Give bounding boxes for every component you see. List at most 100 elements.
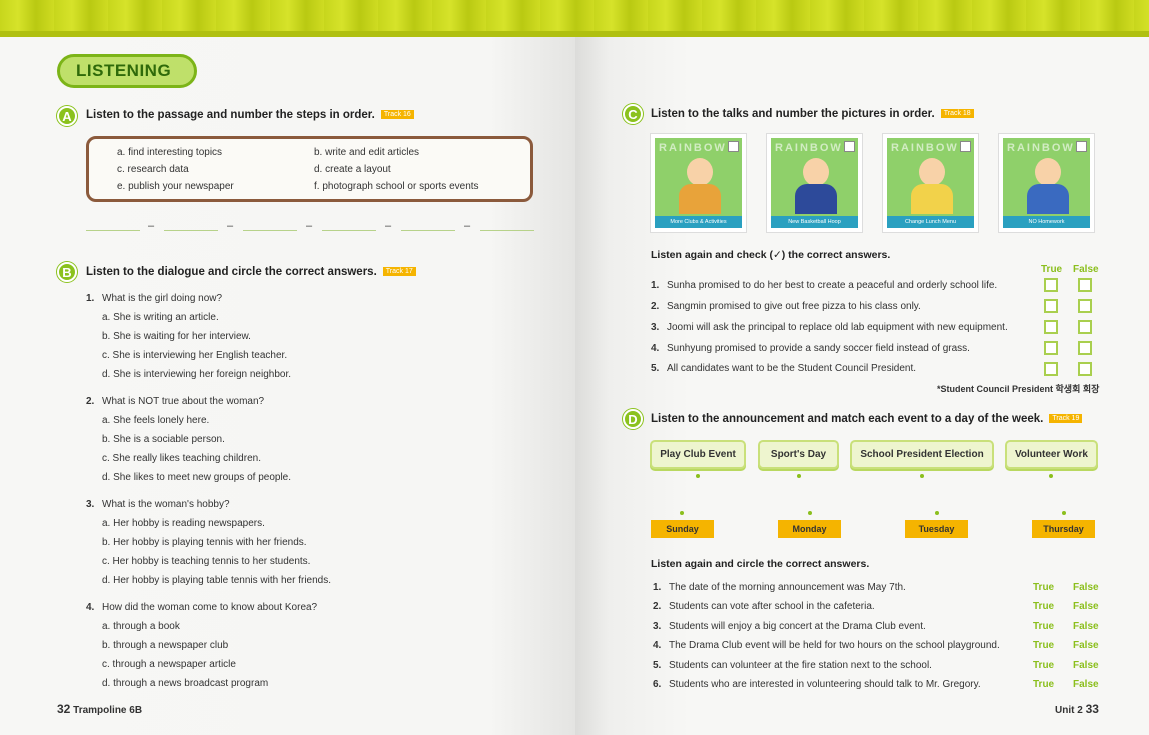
match-dot[interactable] xyxy=(696,474,700,478)
false-checkbox[interactable] xyxy=(1078,341,1092,355)
picture-checkbox[interactable] xyxy=(844,141,855,152)
statement-text: Students can vote after school in the ca… xyxy=(669,601,875,612)
option[interactable]: d. She is interviewing her foreign neigh… xyxy=(102,369,291,380)
option[interactable]: d. through a news broadcast program xyxy=(102,678,268,689)
true-checkbox[interactable] xyxy=(1044,341,1058,355)
true-checkbox[interactable] xyxy=(1044,362,1058,376)
option[interactable]: c. She is interviewing her English teach… xyxy=(102,350,287,361)
false-checkbox[interactable] xyxy=(1078,320,1092,334)
answer-blank[interactable] xyxy=(480,230,534,231)
match-dot[interactable] xyxy=(808,511,812,515)
option[interactable]: a. She is writing an article. xyxy=(102,312,219,323)
option[interactable]: a. Her hobby is reading newspapers. xyxy=(102,518,265,529)
true-option[interactable]: True xyxy=(1033,679,1054,690)
picture-checkbox[interactable] xyxy=(728,141,739,152)
rainbow-sign: RAINBOW xyxy=(891,142,959,154)
answer-blank[interactable] xyxy=(164,230,218,231)
match-dot[interactable] xyxy=(797,474,801,478)
section-a-badge: A xyxy=(57,106,77,126)
event-volunteer-work[interactable]: Volunteer Work xyxy=(1005,440,1098,469)
question-text: What is the woman's hobby? xyxy=(102,499,230,510)
section-c-instruction: Listen to the talks and number the pictu… xyxy=(651,108,974,120)
statement: 3. Students will enjoy a big concert at t… xyxy=(653,621,926,632)
match-dot[interactable] xyxy=(935,511,939,515)
statement-number: 5. xyxy=(653,660,662,671)
false-checkbox[interactable] xyxy=(1078,278,1092,292)
event-sports-day[interactable]: Sport's Day xyxy=(758,440,839,469)
true-checkbox[interactable] xyxy=(1044,320,1058,334)
option[interactable]: d. Her hobby is playing table tennis wit… xyxy=(102,575,331,586)
answer-blank[interactable] xyxy=(322,230,376,231)
statement: 4. The Drama Club event will be held for … xyxy=(653,640,1000,651)
day-tuesday: Tuesday xyxy=(905,520,968,538)
event-play-club[interactable]: Play Club Event xyxy=(650,440,746,469)
option[interactable]: d. She likes to meet new groups of peopl… xyxy=(102,472,291,483)
statement: 3. Joomi will ask the principal to replac… xyxy=(651,322,1008,333)
event-president-election[interactable]: School President Election xyxy=(850,440,994,469)
false-header: False xyxy=(1073,264,1099,275)
option[interactable]: a. through a book xyxy=(102,621,180,632)
false-option[interactable]: False xyxy=(1073,660,1099,671)
statement-number: 3. xyxy=(653,621,662,632)
section-d-text: Listen to the announcement and match eac… xyxy=(651,413,1044,425)
day-sunday: Sunday xyxy=(651,520,714,538)
false-option[interactable]: False xyxy=(1073,621,1099,632)
question: 3. What is the woman's hobby? xyxy=(86,499,230,510)
match-dot[interactable] xyxy=(680,511,684,515)
answer-blank[interactable] xyxy=(86,230,140,231)
false-option[interactable]: False xyxy=(1073,582,1099,593)
question-text: How did the woman come to know about Kor… xyxy=(102,602,318,613)
match-dot[interactable] xyxy=(1062,511,1066,515)
true-option[interactable]: True xyxy=(1033,582,1054,593)
picture-checkbox[interactable] xyxy=(1076,141,1087,152)
false-checkbox[interactable] xyxy=(1078,299,1092,313)
step-item: d. create a layout xyxy=(314,164,391,175)
true-option[interactable]: True xyxy=(1033,601,1054,612)
true-checkbox[interactable] xyxy=(1044,278,1058,292)
option[interactable]: c. through a newspaper article xyxy=(102,659,236,670)
page-number: 33 xyxy=(1085,702,1099,716)
true-option[interactable]: True xyxy=(1033,621,1054,632)
option[interactable]: b. She is waiting for her interview. xyxy=(102,331,251,342)
match-dot[interactable] xyxy=(1049,474,1053,478)
true-option[interactable]: True xyxy=(1033,660,1054,671)
statement-number: 4. xyxy=(651,343,660,354)
option[interactable]: a. She feels lonely here. xyxy=(102,415,209,426)
picture-checkbox[interactable] xyxy=(960,141,971,152)
statement-text: Sangmin promised to give out free pizza … xyxy=(667,301,921,312)
option[interactable]: c. Her hobby is teaching tennis to her s… xyxy=(102,556,310,567)
true-checkbox[interactable] xyxy=(1044,299,1058,313)
top-banner xyxy=(0,0,1149,37)
answer-blank[interactable] xyxy=(401,230,455,231)
statement: 2. Students can vote after school in the … xyxy=(653,601,875,612)
statement-number: 6. xyxy=(653,679,662,690)
statement: 5. Students can volunteer at the fire sta… xyxy=(653,660,932,671)
question: 4. How did the woman come to know about K… xyxy=(86,602,317,613)
question-text: What is NOT true about the woman? xyxy=(102,396,265,407)
rainbow-sign: RAINBOW xyxy=(1007,142,1075,154)
answer-blank[interactable] xyxy=(243,230,297,231)
question-number: 3. xyxy=(86,499,95,510)
day-thursday: Thursday xyxy=(1032,520,1095,538)
step-item: e. publish your newspaper xyxy=(117,181,234,192)
statement: 1. Sunha promised to do her best to creat… xyxy=(651,280,997,291)
false-option[interactable]: False xyxy=(1073,640,1099,651)
false-checkbox[interactable] xyxy=(1078,362,1092,376)
false-option[interactable]: False xyxy=(1073,679,1099,690)
statement-number: 2. xyxy=(651,301,660,312)
page-footer-right: Unit 2 33 xyxy=(1055,702,1099,716)
false-option[interactable]: False xyxy=(1073,601,1099,612)
true-option[interactable]: True xyxy=(1033,640,1054,651)
option[interactable]: b. Her hobby is playing tennis with her … xyxy=(102,537,307,548)
statement: 6. Students who are interested in volunte… xyxy=(653,679,981,690)
track-badge: Track 16 xyxy=(380,110,414,120)
option[interactable]: b. through a newspaper club xyxy=(102,640,228,651)
option[interactable]: c. She really likes teaching children. xyxy=(102,453,261,464)
option[interactable]: b. She is a sociable person. xyxy=(102,434,225,445)
question-number: 2. xyxy=(86,396,95,407)
step-item: f. photograph school or sports events xyxy=(314,181,479,192)
match-dot[interactable] xyxy=(920,474,924,478)
question-text: What is the girl doing now? xyxy=(102,293,223,304)
steps-box: a. find interesting topics b. write and … xyxy=(86,136,533,202)
statement-text: Students will enjoy a big concert at the… xyxy=(669,621,926,632)
